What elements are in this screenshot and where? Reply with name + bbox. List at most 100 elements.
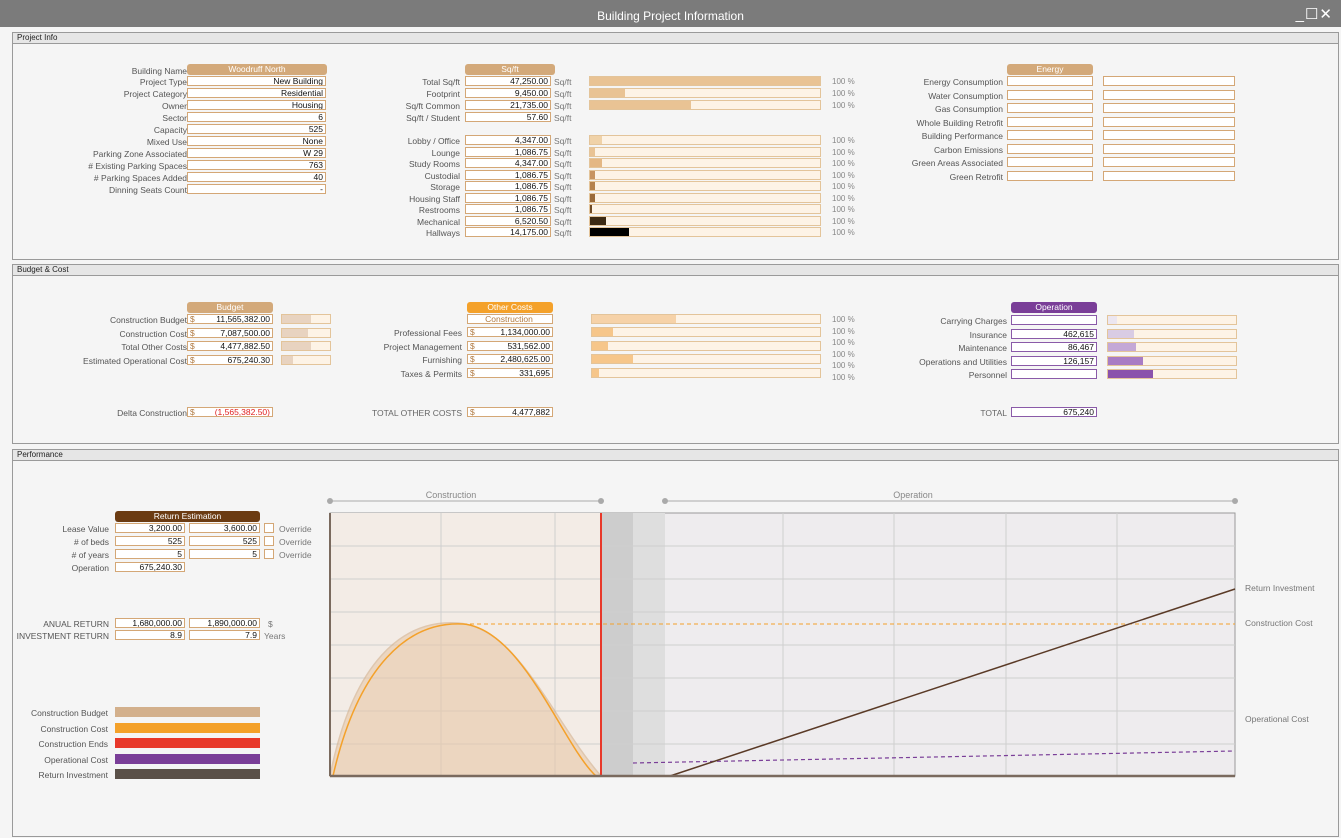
window-controls[interactable]: _☐✕ (1296, 5, 1333, 23)
other-cost-label: Taxes & Permits (400, 368, 462, 379)
right-label-return: Return Investment (1245, 583, 1315, 593)
total-label: TOTAL (980, 408, 1007, 418)
budget-value[interactable]: 4,477,882.50 $ (187, 341, 273, 351)
sqft-bar-fill (590, 182, 595, 190)
sqft-value[interactable]: 47,250.00 (465, 76, 551, 86)
energy-value-2[interactable] (1103, 170, 1235, 181)
return-value-2[interactable]: 3,600.00 (189, 523, 260, 533)
total-other-costs-value[interactable]: 4,477,882 $ (467, 407, 553, 417)
operation-value[interactable] (1011, 369, 1097, 379)
return-value-2[interactable]: 5 (189, 549, 260, 559)
sqft-value[interactable]: 6,520.50 (465, 215, 551, 226)
operation-value[interactable] (1011, 315, 1097, 325)
sqft-unit: Sq/ft (554, 77, 572, 87)
other-cost-value[interactable]: 1,134,000.00 $ (467, 327, 553, 337)
energy-value-2[interactable] (1103, 116, 1235, 127)
sqft-value[interactable]: 9,450.00 (465, 88, 551, 98)
sqft-value[interactable]: 4,347.00 (465, 135, 551, 145)
sqft-bar (589, 100, 821, 110)
right-label-construction-cost: Construction Cost (1245, 618, 1313, 628)
sqft-value[interactable]: 14,175.00 (465, 227, 551, 237)
energy-value[interactable] (1007, 89, 1093, 100)
return-value-1[interactable]: 525 (115, 536, 185, 546)
energy-value[interactable] (1007, 76, 1093, 86)
operation-bar (1107, 328, 1237, 339)
sqft-unit: Sq/ft (554, 193, 572, 204)
field-value[interactable]: W 29 (187, 148, 326, 158)
override-checkbox[interactable] (264, 523, 274, 533)
operation-value[interactable]: 86,467 (1011, 342, 1097, 352)
field-value[interactable]: 525 (187, 124, 326, 134)
field-value[interactable]: New Building (187, 76, 326, 86)
budget-value[interactable]: 675,240.30 $ (187, 354, 273, 365)
energy-value-2[interactable] (1103, 76, 1235, 86)
energy-value-2[interactable] (1103, 103, 1235, 113)
annual-return-1[interactable]: 1,680,000.00 (115, 618, 185, 628)
override-checkbox[interactable] (264, 549, 274, 559)
field-value[interactable]: 40 (187, 172, 326, 182)
total-value[interactable]: 675,240 (1011, 407, 1097, 417)
energy-value[interactable] (1007, 116, 1093, 127)
performance-panel: Performance Return Estimation Lease Value… (12, 449, 1339, 837)
return-value-1[interactable]: 5 (115, 549, 185, 559)
sqft-value[interactable]: 57.60 (465, 112, 551, 122)
operation-label: Insurance (969, 329, 1007, 340)
field-value[interactable]: Housing (187, 100, 326, 110)
field-value[interactable]: 6 (187, 112, 326, 122)
budget-value[interactable]: 11,565,382.00 $ (187, 314, 273, 324)
field-value[interactable]: None (187, 136, 326, 146)
return-value-1[interactable]: 3,200.00 (115, 523, 185, 533)
legend-swatch (115, 722, 260, 733)
energy-value[interactable] (1007, 143, 1093, 154)
energy-value[interactable] (1007, 157, 1093, 167)
investment-return-1[interactable]: 8.9 (115, 630, 185, 640)
other-cost-value[interactable]: 2,480,625.00 $ (467, 354, 553, 364)
sqft-value[interactable]: 1,086.75 (465, 204, 551, 214)
sqft-value[interactable]: 21,735.00 (465, 100, 551, 110)
budget-value[interactable]: 7,087,500.00 $ (187, 327, 273, 338)
sqft-pct: 100 % (832, 89, 855, 98)
sqft-value[interactable]: 1,086.75 (465, 192, 551, 203)
sqft-value[interactable]: 1,086.75 (465, 181, 551, 191)
sqft-label: Total Sq/ft (422, 77, 460, 87)
energy-value[interactable] (1007, 130, 1093, 140)
sqft-value[interactable]: 4,347.00 (465, 158, 551, 168)
other-top-bar-fill (592, 315, 677, 323)
energy-value-2[interactable] (1103, 157, 1235, 167)
sqft-bar (589, 192, 821, 203)
field-value[interactable]: Residential (187, 88, 326, 98)
construction-phase-label: Construction (426, 491, 477, 500)
energy-label: Green Areas Associated (911, 158, 1003, 168)
energy-value-2[interactable] (1103, 143, 1235, 154)
legend-swatch (115, 707, 260, 717)
return-value-1[interactable]: 675,240.30 (115, 562, 185, 572)
sqft-unit: Sq/ft (554, 136, 572, 146)
sqft-bar-fill (590, 77, 820, 85)
sqft-value[interactable]: 1,086.75 (465, 169, 551, 180)
delta-construction-value[interactable]: (1,565,382.50) $ (187, 407, 273, 417)
dollar-sign: $ (470, 327, 475, 337)
return-label: Operation (71, 563, 109, 573)
annual-return-2[interactable]: 1,890,000.00 (189, 618, 260, 628)
operation-value[interactable]: 126,157 (1011, 355, 1097, 366)
energy-value[interactable] (1007, 103, 1093, 113)
performance-chart: Construction Operation (327, 491, 1238, 778)
return-value-2[interactable]: 525 (189, 536, 260, 546)
sqft-value[interactable]: 1,086.75 (465, 146, 551, 157)
operation-value[interactable]: 462,615 (1011, 328, 1097, 339)
sqft-bar (589, 76, 821, 86)
other-cost-value[interactable]: 331,695 $ (467, 367, 553, 378)
field-value[interactable]: 763 (187, 160, 326, 170)
energy-value-2[interactable] (1103, 130, 1235, 140)
field-value[interactable]: - (187, 184, 326, 194)
sqft-bar-fill (590, 101, 692, 109)
budget-label: Construction Budget (109, 315, 187, 325)
override-checkbox[interactable] (264, 536, 274, 546)
investment-return-2[interactable]: 7.9 (189, 630, 260, 640)
other-cost-value[interactable]: 531,562.00 $ (467, 340, 553, 351)
budget-bar-fill (282, 315, 311, 323)
sqft-bar (589, 146, 821, 157)
energy-value[interactable] (1007, 170, 1093, 181)
energy-value-2[interactable] (1103, 89, 1235, 100)
sqft-bar-fill (590, 170, 595, 179)
